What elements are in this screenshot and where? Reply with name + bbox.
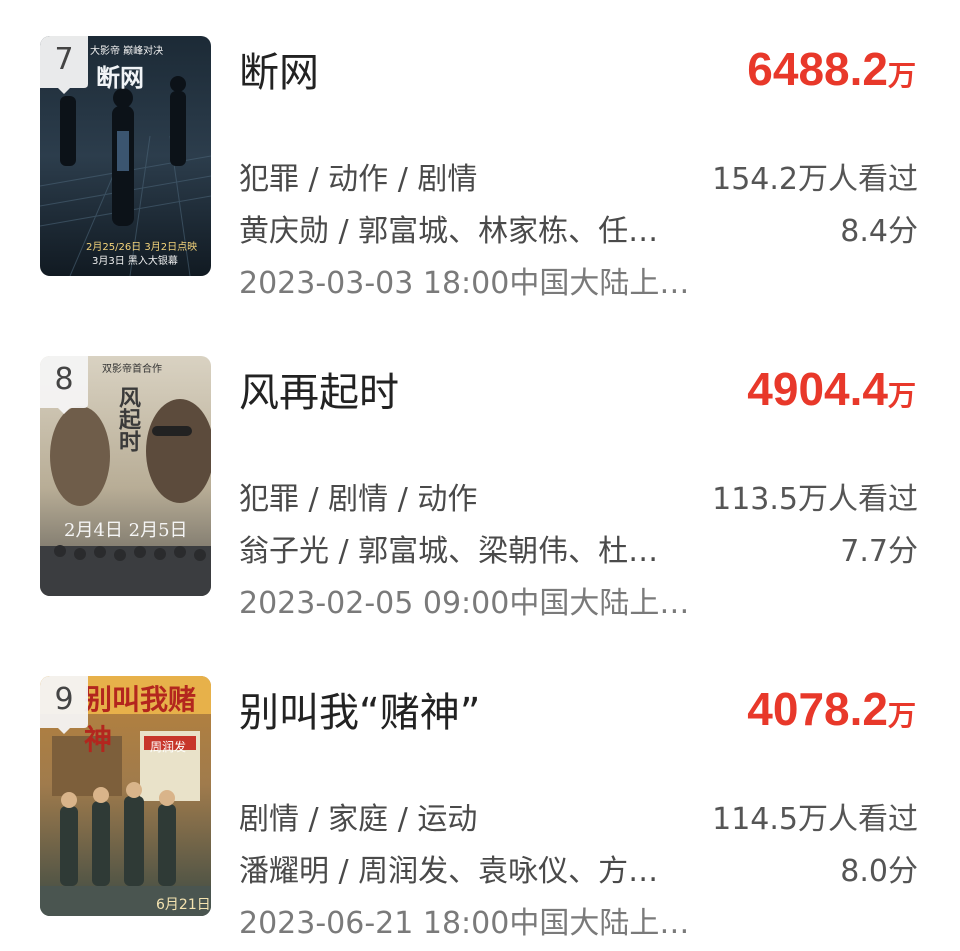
movie-score: 7.7分 xyxy=(840,534,918,569)
box-office: 4904.4万 xyxy=(747,362,916,416)
movie-score: 8.4分 xyxy=(840,214,918,249)
poster-sign: 周润发 xyxy=(150,740,187,754)
poster-footer: 6月21日 xyxy=(156,897,211,913)
poster-footer: 2月25/26日 3月2日点映 xyxy=(86,242,198,253)
movie-ranking-list: 大影帝 巅峰对决 断网 2月25/26日 3月2日点映 3月3日 黑入大银幕 7… xyxy=(0,0,960,951)
movie-poster[interactable]: 别叫我赌神 周润发 6月21日 9 xyxy=(40,676,211,916)
movie-genres: 剧情 / 家庭 / 运动 xyxy=(239,802,478,837)
movie-cast: 翁子光 / 郭富城、梁朝伟、杜… xyxy=(239,534,659,569)
movie-poster[interactable]: 大影帝 巅峰对决 断网 2月25/26日 3月2日点映 3月3日 黑入大银幕 7 xyxy=(40,36,211,276)
box-office-unit: 万 xyxy=(887,700,916,731)
movie-item-9[interactable]: 别叫我赌神 周润发 6月21日 9 别叫我“赌神” 4078.2万 剧情 / 家… xyxy=(0,676,960,941)
poster-tagline: 大影帝 巅峰对决 xyxy=(90,46,164,57)
rank-badge: 8 xyxy=(40,356,88,414)
poster-footer: 2月4日 2月5日 xyxy=(64,520,188,541)
viewer-count: 154.2万人看过 xyxy=(712,162,918,197)
movie-title[interactable]: 断网 xyxy=(239,40,319,98)
box-office-value: 4904.4 xyxy=(747,363,888,415)
rank-number: 8 xyxy=(54,362,74,397)
movie-item-7[interactable]: 大影帝 巅峰对决 断网 2月25/26日 3月2日点映 3月3日 黑入大银幕 7… xyxy=(0,36,960,301)
box-office-value: 4078.2 xyxy=(747,683,888,735)
viewer-count: 113.5万人看过 xyxy=(712,482,918,517)
poster-tagline: 双影帝首合作 xyxy=(102,364,162,375)
box-office: 6488.2万 xyxy=(747,42,916,96)
movie-title[interactable]: 别叫我“赌神” xyxy=(239,680,480,738)
movie-release: 2023-06-21 18:00中国大陆上… xyxy=(239,906,690,941)
poster-title: 别叫我赌神 xyxy=(84,683,197,756)
movie-title[interactable]: 风再起时 xyxy=(239,360,399,418)
box-office-unit: 万 xyxy=(887,380,916,411)
rank-number: 7 xyxy=(54,42,74,77)
viewer-count: 114.5万人看过 xyxy=(712,802,918,837)
rank-badge: 9 xyxy=(40,676,88,734)
poster-title: 风起时 xyxy=(115,386,141,452)
movie-genres: 犯罪 / 剧情 / 动作 xyxy=(239,482,478,517)
poster-title: 断网 xyxy=(96,63,144,92)
movie-genres: 犯罪 / 动作 / 剧情 xyxy=(239,162,478,197)
movie-release: 2023-03-03 18:00中国大陆上… xyxy=(239,266,690,301)
rank-badge: 7 xyxy=(40,36,88,94)
rank-number: 9 xyxy=(54,682,74,717)
poster-footer: 3月3日 黑入大银幕 xyxy=(92,256,178,267)
movie-poster[interactable]: 双影帝首合作 风起时 2月4日 2月5日 8 xyxy=(40,356,211,596)
box-office: 4078.2万 xyxy=(747,682,916,736)
movie-score: 8.0分 xyxy=(840,854,918,889)
movie-release: 2023-02-05 09:00中国大陆上… xyxy=(239,586,690,621)
movie-cast: 黄庆勋 / 郭富城、林家栋、任… xyxy=(239,214,659,249)
movie-cast: 潘耀明 / 周润发、袁咏仪、方… xyxy=(239,854,659,889)
movie-item-8[interactable]: 双影帝首合作 风起时 2月4日 2月5日 8 风再起时 4904.4万 犯罪 /… xyxy=(0,356,960,621)
box-office-unit: 万 xyxy=(887,60,916,91)
box-office-value: 6488.2 xyxy=(747,43,888,95)
